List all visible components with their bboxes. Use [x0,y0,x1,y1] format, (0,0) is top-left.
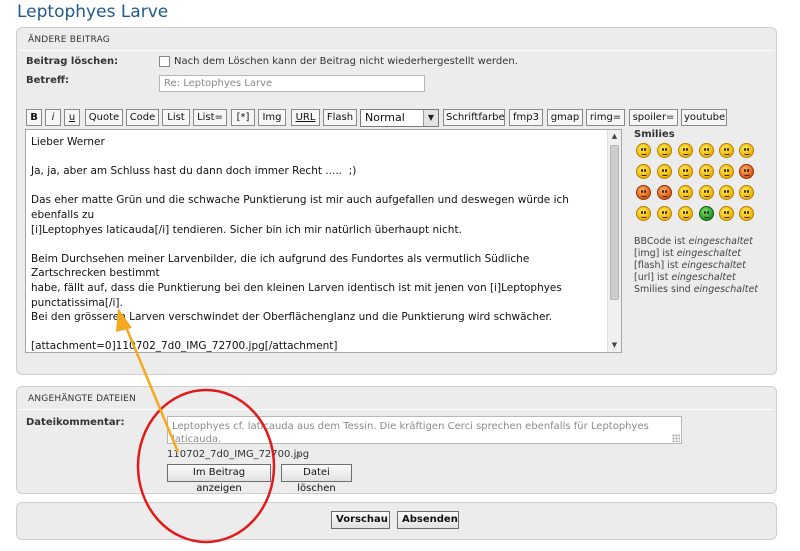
smiley-icon[interactable] [739,206,754,221]
page-title: Leptophyes Larve [17,2,169,22]
smiley-icon[interactable] [657,185,672,200]
smiley-icon[interactable] [739,143,754,158]
italic-button[interactable]: i [45,109,61,126]
smiley-icon[interactable] [719,164,734,179]
scroll-thumb[interactable] [610,145,619,300]
font-size-value: Normal [365,111,405,124]
img-status: [img] ist eingeschaltet [634,248,742,259]
editor-scrollbar[interactable]: ▲ ▼ [607,130,621,352]
smiley-icon[interactable] [678,206,693,221]
resize-grip-icon[interactable] [672,434,680,442]
smiley-icon[interactable] [719,206,734,221]
smiley-icon[interactable] [719,143,734,158]
chevron-down-icon: ▼ [423,110,438,126]
font-color-button[interactable]: Schriftfarbe [443,109,505,126]
smiley-icon[interactable] [657,206,672,221]
smiley-icon[interactable] [636,143,651,158]
smiley-icon[interactable] [636,185,651,200]
bold-button[interactable]: B [26,109,42,126]
delete-post-label: Beitrag löschen: [26,56,119,67]
subject-label: Betreff: [26,75,69,86]
attachments-header: ANGEHÄNGTE DATEIEN [19,387,774,410]
spoiler-button[interactable]: spoiler= [629,109,678,126]
smiley-icon[interactable] [719,185,734,200]
smiley-icon[interactable] [699,185,714,200]
rimg-button[interactable]: rimg= [586,109,625,126]
list-item-button[interactable]: [*] [231,109,255,126]
list-ordered-button[interactable]: List= [193,109,227,126]
subject-input[interactable]: Re: Leptophyes Larve [159,75,425,92]
fmp3-button[interactable]: fmp3 [509,109,543,126]
smiley-icon[interactable] [678,185,693,200]
smiley-icon[interactable] [699,206,714,221]
show-in-post-button[interactable]: Im Beitrag anzeigen [167,464,271,494]
smiley-icon[interactable] [699,164,714,179]
img-button[interactable]: Img [258,109,286,126]
smilies-status: Smilies sind eingeschaltet [634,284,759,295]
delete-file-button[interactable]: Datei löschen [281,464,352,494]
flash-status: [flash] ist eingeschaltet [634,260,746,271]
url-status: [url] ist eingeschaltet [634,272,736,283]
smiley-icon[interactable] [657,164,672,179]
file-comment-label: Dateikommentar: [26,417,125,428]
smilies-title: Smilies [634,129,675,140]
gmap-button[interactable]: gmap [547,109,583,126]
code-button[interactable]: Code [126,109,159,126]
file-link-icon: ⇗ [294,451,301,460]
url-button[interactable]: URL [291,109,320,126]
bbcode-status: BBCode ist eingeschaltet [634,236,753,247]
smiley-icon[interactable] [636,206,651,221]
list-button[interactable]: List [162,109,190,126]
smiley-icon[interactable] [657,143,672,158]
message-editor[interactable]: Lieber Werner Ja, ja, aber am Schluss ha… [25,129,622,353]
smiley-icon[interactable] [739,164,754,179]
smiley-icon[interactable] [739,185,754,200]
delete-post-note: Nach dem Löschen kann der Beitrag nicht … [174,56,518,67]
smiley-icon[interactable] [636,164,651,179]
quote-button[interactable]: Quote [85,109,123,126]
underline-button[interactable]: u [64,109,80,126]
preview-button[interactable]: Vorschau [331,511,390,529]
font-size-select[interactable]: Normal ▼ [360,109,439,127]
file-comment-value: Leptophyes cf. laticauda aus dem Tessin.… [172,421,649,445]
smiley-icon[interactable] [678,164,693,179]
scroll-down-icon[interactable]: ▼ [608,339,621,352]
message-text: Lieber Werner Ja, ja, aber am Schluss ha… [31,136,569,353]
attachment-filename[interactable]: 110702_7d0_IMG_72700.jpg [167,449,309,460]
scroll-up-icon[interactable]: ▲ [608,130,621,143]
smiley-icon[interactable] [699,143,714,158]
youtube-button[interactable]: youtube [681,109,727,126]
delete-post-checkbox[interactable] [159,56,170,67]
smiley-icon[interactable] [678,143,693,158]
edit-post-header: ÄNDERE BEITRAG [19,28,774,51]
flash-button[interactable]: Flash [323,109,357,126]
submit-button[interactable]: Absenden [397,511,459,529]
file-comment-input[interactable]: Leptophyes cf. laticauda aus dem Tessin.… [167,416,682,445]
